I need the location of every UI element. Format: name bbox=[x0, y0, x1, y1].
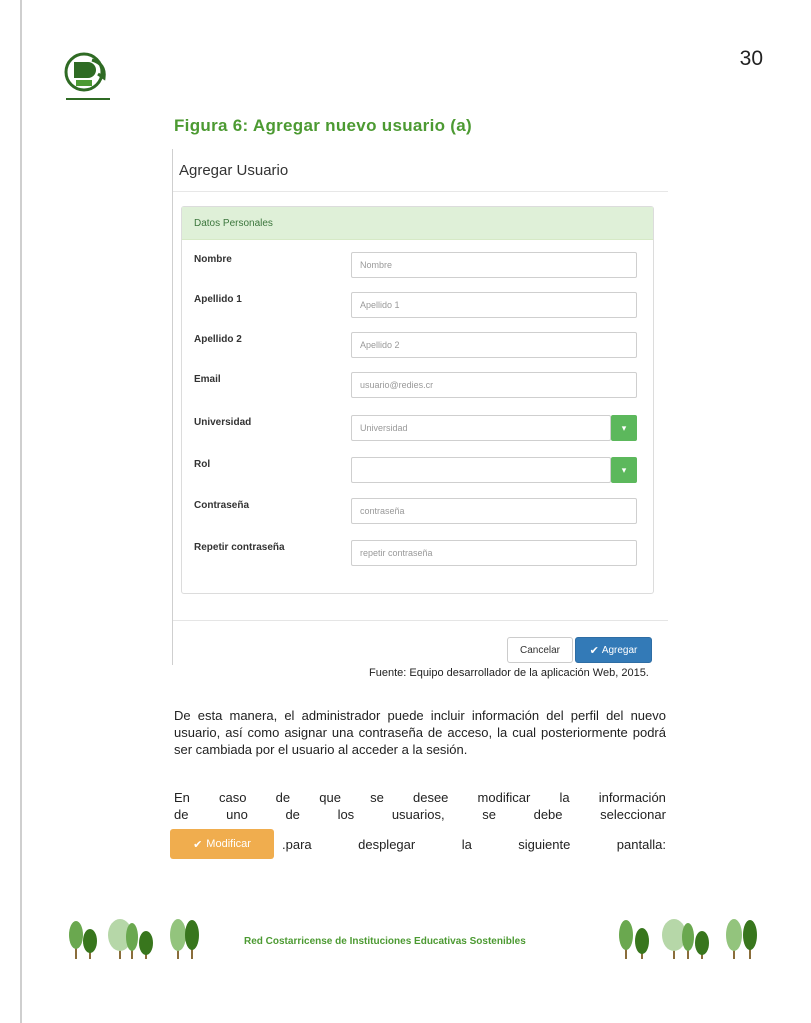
form-row-contrasena: Contraseña contraseña bbox=[194, 498, 649, 526]
tree-decoration bbox=[619, 919, 757, 959]
word: seleccionar bbox=[600, 807, 666, 822]
figure-title: Figura 6: Agregar nuevo usuario (a) bbox=[174, 116, 472, 135]
paragraph-2-line-3: .para desplegar la siguiente pantalla: bbox=[282, 836, 666, 853]
form-row-repetir-contrasena: Repetir contraseña repetir contraseña bbox=[194, 540, 649, 568]
form-row-apellido2: Apellido 2 Apellido 2 bbox=[194, 332, 649, 360]
personal-data-fieldset: Datos Personales Nombre Nombre Apellido … bbox=[181, 206, 654, 594]
apellido1-input[interactable]: Apellido 1 bbox=[351, 292, 637, 318]
check-icon: ✔ bbox=[589, 644, 599, 657]
word: uno bbox=[226, 807, 248, 822]
word: usuarios, bbox=[391, 807, 445, 822]
caret-down-icon: ▾ bbox=[621, 464, 627, 475]
page-border bbox=[20, 0, 22, 1023]
email-input[interactable]: usuario@redies.cr bbox=[351, 372, 637, 398]
redies-logo bbox=[64, 52, 110, 100]
field-label: Universidad bbox=[194, 417, 252, 428]
paragraph-2-line-1: En caso de que se desee modificar la inf… bbox=[174, 789, 666, 806]
figure-source: Fuente: Equipo desarrollador de la aplic… bbox=[369, 667, 649, 679]
word: pantalla: bbox=[616, 837, 666, 852]
paragraph-1: De esta manera, el administrador puede i… bbox=[174, 708, 666, 757]
form-row-universidad: Universidad Universidad ▾ bbox=[194, 415, 649, 443]
page-number: 30 bbox=[739, 47, 763, 70]
nombre-input[interactable]: Nombre bbox=[351, 252, 637, 278]
rol-dropdown-button[interactable]: ▾ bbox=[611, 457, 637, 483]
word: desee bbox=[412, 790, 449, 805]
field-label: Rol bbox=[194, 459, 211, 470]
add-button[interactable]: ✔ Agregar bbox=[575, 637, 652, 663]
word: desplegar bbox=[358, 837, 416, 852]
field-label: Repetir contraseña bbox=[194, 542, 285, 553]
modify-button-label: Modificar bbox=[206, 838, 251, 850]
word: modificar bbox=[477, 790, 531, 805]
word: de bbox=[275, 790, 291, 805]
form-row-apellido1: Apellido 1 Apellido 1 bbox=[194, 292, 649, 320]
panel-heading: Agregar Usuario bbox=[173, 149, 668, 192]
word: los bbox=[337, 807, 355, 822]
add-user-panel: Agregar Usuario Datos Personales Nombre … bbox=[172, 149, 668, 665]
field-label: Nombre bbox=[194, 254, 232, 265]
word: En bbox=[174, 790, 190, 805]
universidad-dropdown-button[interactable]: ▾ bbox=[611, 415, 637, 441]
word: de bbox=[174, 807, 189, 822]
cancel-button[interactable]: Cancelar bbox=[507, 637, 573, 663]
word: debe bbox=[533, 807, 563, 822]
field-label: Apellido 1 bbox=[194, 294, 242, 305]
footer-organization: Red Costarricense de Instituciones Educa… bbox=[244, 936, 526, 947]
repeat-password-input[interactable]: repetir contraseña bbox=[351, 540, 637, 566]
fieldset-heading: Datos Personales bbox=[182, 207, 653, 240]
word: de bbox=[285, 807, 300, 822]
panel-footer: Cancelar ✔ Agregar bbox=[173, 620, 668, 666]
apellido2-input[interactable]: Apellido 2 bbox=[351, 332, 637, 358]
rol-select[interactable] bbox=[351, 457, 611, 483]
form-row-email: Email usuario@redies.cr bbox=[194, 372, 649, 400]
form-row-nombre: Nombre Nombre bbox=[194, 252, 649, 280]
field-label: Contraseña bbox=[194, 500, 250, 511]
check-icon: ✔ bbox=[193, 838, 203, 851]
word: .para bbox=[282, 837, 312, 852]
word: caso bbox=[219, 790, 247, 805]
field-label: Email bbox=[194, 374, 221, 385]
add-button-label: Agregar bbox=[601, 644, 638, 656]
form-row-rol: Rol ▾ bbox=[194, 457, 649, 485]
password-input[interactable]: contraseña bbox=[351, 498, 637, 524]
word: se bbox=[482, 807, 496, 822]
modify-button[interactable]: ✔ Modificar bbox=[170, 829, 274, 859]
word: se bbox=[370, 790, 384, 805]
word: la bbox=[461, 837, 472, 852]
word: que bbox=[319, 790, 341, 805]
tree-decoration bbox=[69, 919, 199, 959]
universidad-select[interactable]: Universidad bbox=[351, 415, 611, 441]
caret-down-icon: ▾ bbox=[621, 422, 627, 433]
paragraph-2-line-2: de uno de los usuarios, se debe seleccio… bbox=[174, 806, 666, 823]
word: la bbox=[559, 790, 570, 805]
word: siguiente bbox=[518, 837, 571, 852]
word: información bbox=[598, 790, 666, 805]
field-label: Apellido 2 bbox=[194, 334, 242, 345]
